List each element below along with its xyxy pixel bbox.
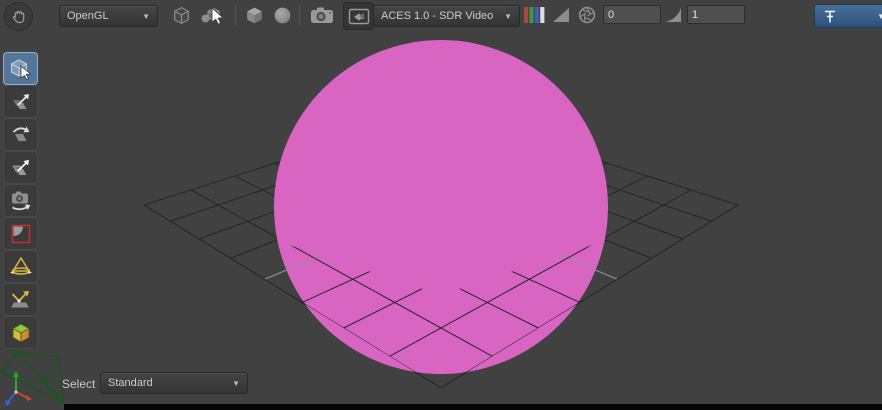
falloff-icon <box>9 222 33 246</box>
cube-icon <box>244 5 265 26</box>
pin-dropdown-button[interactable]: ▼ <box>814 4 882 28</box>
cube-primitive-button[interactable] <box>241 2 268 28</box>
sphere-object[interactable] <box>274 40 608 374</box>
chevron-down-icon: ▼ <box>494 12 512 21</box>
camera-orbit-icon <box>9 189 33 213</box>
sphere-primitive-button[interactable] <box>269 2 296 28</box>
pin-icon <box>823 9 837 24</box>
toolbar-separator <box>299 5 300 25</box>
display-object-button[interactable] <box>168 2 195 28</box>
aperture-icon <box>577 5 597 25</box>
select-label: Select <box>62 377 95 391</box>
rotate-icon <box>9 123 33 147</box>
shader-dropdown-value: OpenGL <box>67 10 109 22</box>
shader-select-value: Standard <box>108 377 153 389</box>
move-layers-icon <box>9 90 33 114</box>
panel-edge <box>64 404 882 410</box>
shader-select-dropdown[interactable]: Standard ▼ <box>100 372 248 394</box>
chevron-down-icon: ▼ <box>222 379 240 388</box>
move-selected-icon <box>9 156 33 180</box>
light-tool[interactable] <box>3 250 38 283</box>
exposure-ramp-icon <box>549 2 573 28</box>
snapshot-button[interactable] <box>306 2 338 28</box>
pan-hand-button[interactable] <box>4 2 33 31</box>
top-toolbar: OpenGL ▼ <box>0 0 882 30</box>
rotate-object-tool[interactable] <box>3 118 38 151</box>
orbit-camera-tool[interactable] <box>3 184 38 217</box>
falloff-tool[interactable] <box>3 217 38 250</box>
transform-objects-tool[interactable] <box>3 85 38 118</box>
channels-button[interactable] <box>521 2 547 28</box>
shader-dropdown[interactable]: OpenGL ▼ <box>59 5 158 27</box>
colorspace-dropdown-value: ACES 1.0 - SDR Video <box>381 10 493 22</box>
select-objects-tool[interactable] <box>3 52 38 85</box>
chevron-down-icon: ▼ <box>132 12 150 21</box>
shaded-display-tool[interactable] <box>3 316 38 349</box>
projection-tool[interactable] <box>3 283 38 316</box>
rgb-channels-icon <box>523 5 545 25</box>
mouse-cursor <box>211 8 227 28</box>
exposure-input[interactable] <box>603 5 661 24</box>
projector-screen-icon <box>348 7 370 26</box>
light-cone-icon <box>9 255 33 279</box>
wireframe-cube-icon <box>171 5 192 26</box>
toolbar-separator <box>235 5 236 25</box>
camera-icon <box>309 5 335 25</box>
viewport-canvas[interactable] <box>0 0 882 410</box>
camera-frustum-gizmo <box>0 341 64 403</box>
sphere-icon <box>272 5 293 26</box>
gamma-input[interactable] <box>687 5 745 24</box>
bounce-arrow-icon <box>9 288 33 312</box>
viewport-window: OpenGL ▼ <box>0 0 882 410</box>
gamma-curve-icon <box>661 2 685 28</box>
chevron-down-icon: ▼ <box>877 12 882 21</box>
select-cube-cursor-icon <box>9 57 33 81</box>
shaded-cube-icon <box>9 321 33 345</box>
aperture-button[interactable] <box>575 2 599 28</box>
transform-selected-tool[interactable] <box>3 151 38 184</box>
hand-icon <box>10 8 28 26</box>
screenshot-settings-button[interactable] <box>343 2 374 30</box>
colorspace-dropdown[interactable]: ACES 1.0 - SDR Video ▼ <box>373 5 520 27</box>
